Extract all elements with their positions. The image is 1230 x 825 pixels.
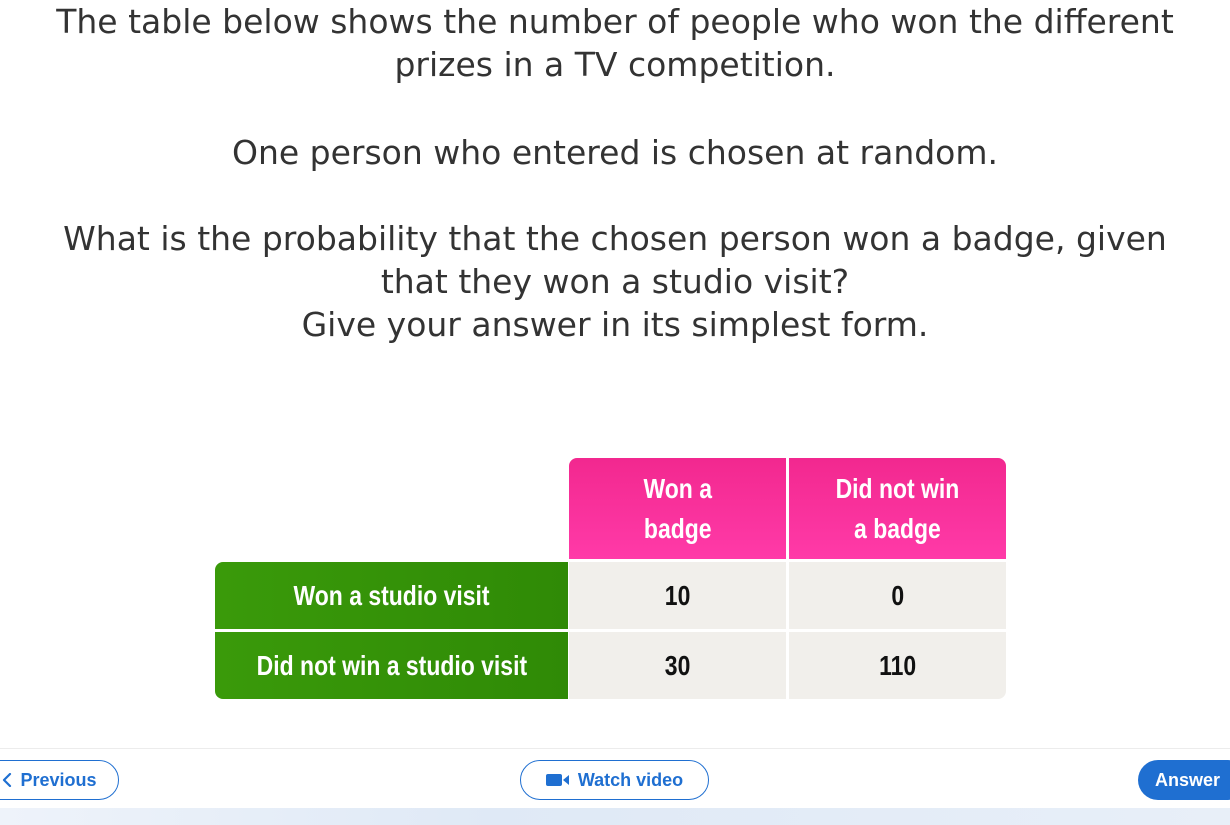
row-header-won-studio-visit: Won a studio visit (215, 562, 568, 629)
table-cell: 0 (789, 562, 1006, 629)
table-cell: 30 (569, 632, 786, 699)
bottom-bar (0, 808, 1230, 825)
header-line: Won a (643, 472, 712, 504)
cell-value: 0 (891, 579, 904, 611)
answer-button[interactable]: Answer (1138, 760, 1230, 800)
footer-divider (0, 748, 1230, 749)
answer-label: Answer (1155, 769, 1221, 790)
previous-button[interactable]: Previous (0, 760, 119, 800)
table-cell: 10 (569, 562, 786, 629)
question-intro: The table below shows the number of peop… (0, 0, 1230, 86)
watch-video-button[interactable]: Watch video (520, 760, 709, 800)
column-header-won-badge: Won a badge (569, 458, 786, 559)
question-line: that they won a studio visit? (380, 262, 850, 301)
cell-value: 10 (664, 579, 691, 611)
video-camera-icon (545, 774, 569, 786)
header-line: Did not win (835, 472, 960, 504)
row-header-label: Won a studio visit (293, 579, 490, 611)
cell-value: 30 (664, 649, 691, 681)
question-random-selection: One person who entered is chosen at rand… (0, 131, 1230, 174)
header-line: badge (643, 512, 712, 544)
row-header-no-studio-visit: Did not win a studio visit (215, 632, 568, 699)
row-header-label: Did not win a studio visit (256, 649, 527, 681)
question-line: One person who entered is chosen at rand… (231, 133, 999, 172)
watch-video-label: Watch video (577, 769, 684, 790)
question-line: Give your answer in its simplest form. (301, 305, 929, 344)
question-line: What is the probability that the chosen … (63, 219, 1167, 258)
question-line: The table below shows the number of peop… (56, 2, 1174, 41)
question-line: prizes in a TV competition. (394, 45, 836, 84)
header-line: a badge (854, 512, 941, 544)
previous-label: Previous (20, 769, 97, 790)
table-cell: 110 (789, 632, 1006, 699)
cell-value: 110 (878, 649, 917, 681)
question-prompt: What is the probability that the chosen … (0, 217, 1230, 346)
chevron-left-icon (3, 773, 12, 787)
two-way-table: Won a badge Did not win a badge Won a st… (215, 458, 1006, 699)
column-header-no-badge: Did not win a badge (789, 458, 1006, 559)
